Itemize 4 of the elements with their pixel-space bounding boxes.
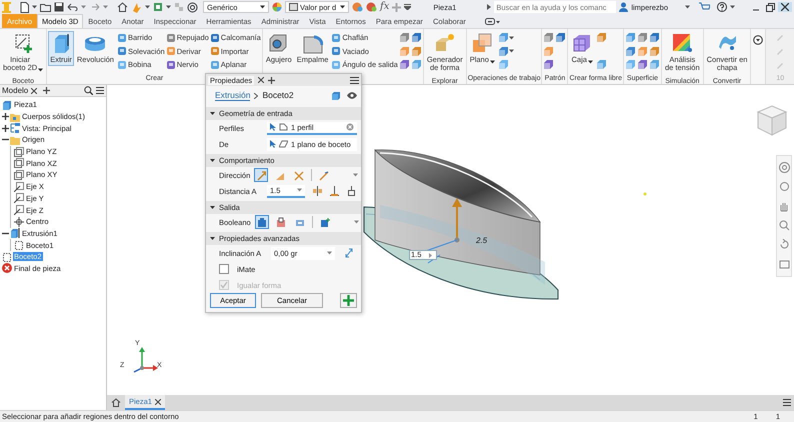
dimension-label: 2.5 [476,236,488,246]
breadcrumb-link[interactable]: Extrusión [215,90,250,102]
breadcrumb-item: Boceto2 [262,90,294,101]
formula-button[interactable]: fx [380,1,390,13]
